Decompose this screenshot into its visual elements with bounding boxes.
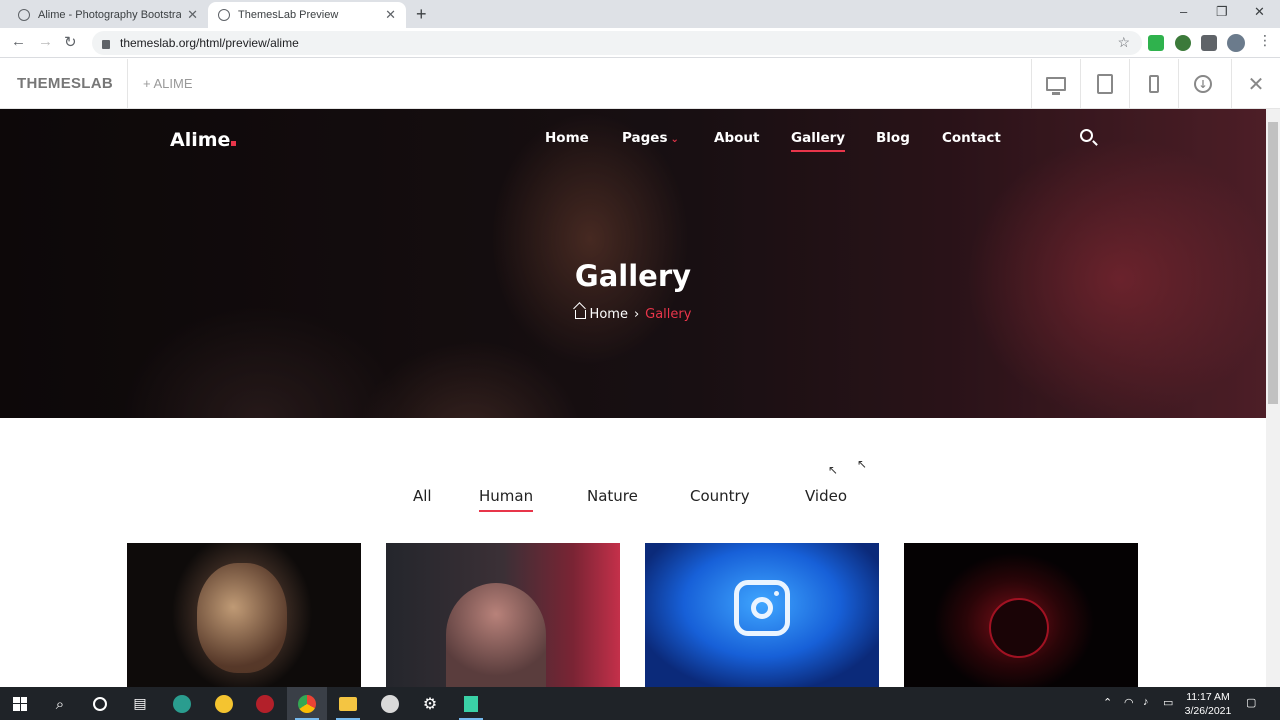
search-icon[interactable]: ⌕ — [40, 687, 80, 720]
phone-view-button[interactable] — [1129, 59, 1178, 109]
url-text: themeslab.org/html/preview/alime — [120, 36, 299, 50]
tab-title: ThemesLab Preview — [238, 9, 339, 21]
search-icon[interactable] — [1080, 129, 1093, 142]
painted-face-image — [197, 563, 287, 673]
puzzle-extensions-icon[interactable] — [1201, 35, 1217, 51]
gallery-photo-painted-face[interactable] — [127, 543, 361, 687]
windows-taskbar: ⌕ ▤ ⚙ ⌃ ◠ ♪ ▭ 11:17 AM 3/26/2021 ▢ — [0, 687, 1280, 720]
minimize-button[interactable]: – — [1180, 4, 1187, 19]
extension-icon[interactable] — [1175, 35, 1191, 51]
filter-country[interactable]: Country — [690, 487, 750, 505]
notifications-icon[interactable]: ▢ — [1246, 696, 1256, 709]
wifi-icon[interactable]: ◠ — [1124, 696, 1134, 709]
filter-human[interactable]: Human — [479, 487, 534, 512]
project-name[interactable]: + ALIME — [143, 76, 193, 91]
scrollbar-thumb[interactable] — [1268, 122, 1278, 404]
filter-all[interactable]: All — [413, 487, 432, 505]
globe-icon — [18, 9, 30, 21]
chevron-down-icon: ⌄ — [670, 134, 679, 145]
divider — [127, 59, 128, 109]
close-icon: ✕ — [1247, 72, 1265, 96]
site-logo[interactable]: Alime — [170, 129, 237, 151]
nav-pages[interactable]: Pages ⌄ — [622, 130, 679, 146]
page-title: Gallery — [574, 259, 692, 293]
logo-dot — [231, 141, 237, 146]
window-close-button[interactable]: ✕ — [1254, 4, 1265, 20]
download-button[interactable]: ↓ — [1178, 59, 1227, 109]
clock-date: 3/26/2021 — [1184, 705, 1232, 717]
filmora-icon[interactable] — [451, 687, 491, 720]
cortana-icon[interactable] — [80, 687, 120, 720]
gallery-photo-hooded-mask[interactable] — [904, 543, 1138, 687]
tablet-icon — [1097, 74, 1113, 94]
browser-toolbar: ← → ↻ themeslab.org/html/preview/alime ☆ — [0, 28, 1280, 58]
themeslab-logo[interactable]: THEMESLAB — [17, 75, 113, 92]
app-red-icon[interactable] — [245, 687, 285, 720]
browser-menu-icon[interactable]: ⋮ — [1258, 33, 1272, 49]
man-portrait-image — [446, 583, 546, 687]
task-view-icon[interactable]: ▤ — [120, 687, 160, 720]
back-arrow-icon[interactable]: ← — [11, 33, 26, 50]
chrome-icon[interactable] — [287, 687, 327, 720]
browser-tab-alime[interactable]: Alime - Photography Bootstrap H ✕ — [8, 2, 208, 28]
nav-home[interactable]: Home — [545, 130, 589, 146]
edge-icon[interactable] — [162, 687, 202, 720]
tab-close-icon[interactable]: ✕ — [187, 7, 198, 23]
browser-tab-strip: Alime - Photography Bootstrap H ✕ Themes… — [0, 0, 1280, 28]
settings-gear-icon[interactable]: ⚙ — [410, 687, 450, 720]
browser-tab-themeslab[interactable]: ThemesLab Preview ✕ — [208, 2, 406, 28]
cursor-icon: ↖ — [828, 463, 839, 477]
gallery-photo-man-neon[interactable] — [386, 543, 620, 687]
forward-arrow-icon[interactable]: → — [38, 33, 53, 50]
tray-chevron-up-icon[interactable]: ⌃ — [1103, 696, 1112, 709]
windows-logo-icon — [13, 696, 27, 711]
reload-icon[interactable]: ↻ — [64, 33, 77, 51]
start-button[interactable] — [0, 687, 40, 720]
nav-about[interactable]: About — [714, 130, 759, 146]
address-bar[interactable]: themeslab.org/html/preview/alime ☆ — [92, 31, 1142, 55]
nav-contact[interactable]: Contact — [942, 130, 1001, 146]
instagram-icon — [734, 580, 790, 636]
new-tab-button[interactable]: + — [416, 4, 427, 25]
breadcrumb-current: Gallery — [645, 307, 692, 322]
tab-close-icon[interactable]: ✕ — [385, 7, 396, 23]
clock-time: 11:17 AM — [1186, 691, 1230, 703]
system-clock[interactable]: 11:17 AM 3/26/2021 — [1176, 690, 1240, 718]
download-icon: ↓ — [1194, 75, 1212, 93]
maximize-button[interactable]: ❐ — [1216, 4, 1228, 20]
phone-icon — [1149, 75, 1159, 93]
nav-blog[interactable]: Blog — [876, 130, 910, 146]
file-explorer-icon[interactable] — [328, 687, 368, 720]
filter-nature[interactable]: Nature — [587, 487, 638, 505]
tab-title: Alime - Photography Bootstrap H — [38, 9, 182, 21]
hero-banner: Alime Home Pages ⌄ About Gallery Blog Con… — [0, 109, 1266, 418]
nav-gallery[interactable]: Gallery — [791, 130, 846, 152]
themeslab-preview-bar: THEMESLAB + ALIME ↓ ✕ — [0, 59, 1280, 109]
lock-icon — [102, 39, 110, 49]
bookmark-star-icon[interactable]: ☆ — [1117, 34, 1130, 51]
volume-icon[interactable]: ♪ — [1143, 696, 1149, 708]
breadcrumb: Home › Gallery — [0, 307, 1266, 322]
cursor-icon: ↖ — [857, 457, 868, 471]
profile-avatar[interactable] — [1227, 34, 1245, 52]
filter-video[interactable]: Video — [805, 487, 847, 505]
battery-icon[interactable]: ▭ — [1163, 696, 1173, 709]
desktop-view-button[interactable] — [1031, 59, 1080, 109]
masked-figure-image — [989, 598, 1049, 658]
weather-icon[interactable] — [204, 687, 244, 720]
tablet-view-button[interactable] — [1080, 59, 1129, 109]
close-preview-button[interactable]: ✕ — [1231, 59, 1280, 109]
paint-icon[interactable] — [370, 687, 410, 720]
breadcrumb-separator: › — [633, 307, 640, 322]
desktop-icon — [1046, 77, 1066, 95]
home-icon — [574, 310, 586, 319]
breadcrumb-home[interactable]: Home — [590, 307, 628, 322]
globe-icon — [218, 9, 230, 21]
gallery-photo-instagram[interactable] — [645, 543, 879, 687]
shield-extension-icon[interactable] — [1148, 35, 1164, 51]
